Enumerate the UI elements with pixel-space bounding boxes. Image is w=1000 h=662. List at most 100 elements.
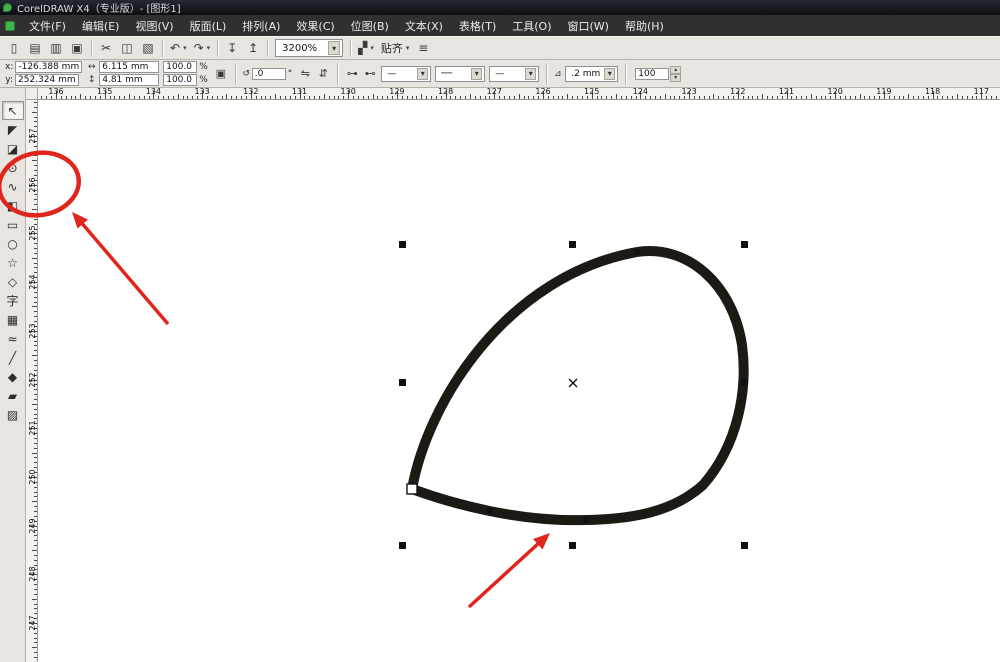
object-height-input[interactable]: 4.81 mm bbox=[99, 74, 160, 86]
selection-handle[interactable] bbox=[741, 241, 748, 248]
spinner-up-icon[interactable]: ▴ bbox=[670, 65, 682, 74]
outline-tool[interactable]: ◆ bbox=[2, 367, 24, 386]
snap-to-button[interactable]: 贴齐 ▾ bbox=[378, 38, 413, 58]
ruler-tick bbox=[34, 311, 37, 313]
selection-handle[interactable] bbox=[741, 542, 748, 549]
ruler-tick bbox=[289, 96, 291, 99]
ruler-tick bbox=[158, 96, 160, 99]
save-button[interactable]: ▥ bbox=[46, 38, 66, 58]
shape-tool[interactable]: ◤ bbox=[2, 120, 24, 139]
freehand-tool[interactable]: ∿ bbox=[2, 177, 24, 196]
arrowhead-end-select[interactable]: — ▾ bbox=[489, 65, 540, 82]
value-spinner[interactable]: 100 ▴ ▾ bbox=[635, 65, 682, 82]
document-window-icon[interactable] bbox=[5, 20, 15, 31]
ruler-tick bbox=[34, 106, 37, 108]
menu-item-bitmaps[interactable]: 位图(B) bbox=[343, 15, 397, 37]
drawing-canvas[interactable] bbox=[38, 100, 1000, 662]
interactive-fill-tool[interactable]: ▨ bbox=[2, 405, 24, 424]
menu-item-file[interactable]: 文件(F) bbox=[21, 15, 74, 37]
chevron-down-icon[interactable]: ▾ bbox=[370, 44, 374, 52]
options-button[interactable]: ≡ bbox=[413, 38, 433, 58]
table-tool[interactable]: ▦ bbox=[2, 310, 24, 329]
cut-button[interactable]: ✂ bbox=[96, 38, 116, 58]
undo-button[interactable]: ↶ ▾ bbox=[167, 38, 190, 58]
ruler-tick bbox=[538, 96, 540, 99]
outline-tool-icon: ◆ bbox=[7, 369, 18, 384]
ellipse-tool[interactable]: ○ bbox=[2, 234, 24, 253]
selection-center-mark[interactable] bbox=[568, 378, 578, 388]
menu-item-help[interactable]: 帮助(H) bbox=[617, 15, 672, 37]
lock-ratio-button[interactable]: ▣ bbox=[212, 65, 230, 83]
chevron-down-icon[interactable]: ▾ bbox=[328, 41, 341, 55]
export-button[interactable]: ↥ bbox=[243, 38, 263, 58]
outline-style-select[interactable]: ── ▾ bbox=[435, 65, 486, 82]
paste-button[interactable]: ▧ bbox=[138, 38, 158, 58]
blend-tool[interactable]: ≈ bbox=[2, 329, 24, 348]
percent-label: % bbox=[199, 62, 208, 72]
arrowhead-start-select[interactable]: — ▾ bbox=[381, 65, 432, 82]
mirror-vertical-button[interactable]: ⇵ bbox=[314, 65, 332, 83]
menu-item-layout[interactable]: 版面(L) bbox=[182, 15, 235, 37]
mirror-horizontal-button[interactable]: ⇋ bbox=[296, 65, 314, 83]
menu-item-view[interactable]: 视图(V) bbox=[127, 15, 181, 37]
menu-item-window[interactable]: 窗口(W) bbox=[560, 15, 617, 37]
menu-item-edit[interactable]: 编辑(E) bbox=[74, 15, 128, 37]
ruler-tick bbox=[732, 96, 734, 99]
x-position-input[interactable]: -126.388 mm bbox=[15, 61, 83, 73]
rotation-angle-input[interactable]: .0 bbox=[251, 67, 286, 80]
menu-item-effects[interactable]: 效果(C) bbox=[288, 15, 342, 37]
teardrop-curve-object[interactable] bbox=[407, 246, 749, 526]
curve-node[interactable] bbox=[583, 517, 589, 523]
chevron-down-icon[interactable]: ▾ bbox=[207, 44, 211, 52]
smart-fill-tool[interactable]: ◧ bbox=[2, 196, 24, 215]
curve-edit-button-2[interactable]: ⊷ bbox=[361, 65, 379, 83]
ruler-tick bbox=[34, 121, 37, 123]
eyedropper-tool[interactable]: ╱ bbox=[2, 348, 24, 367]
selection-handle[interactable] bbox=[741, 379, 748, 386]
new-document-button[interactable]: ▯ bbox=[4, 38, 24, 58]
ruler-tick bbox=[771, 96, 773, 99]
selection-handle[interactable] bbox=[399, 379, 406, 386]
polygon-tool[interactable]: ☆ bbox=[2, 253, 24, 272]
horizontal-ruler[interactable]: 136 135 134 133 132 131 130 129 128 127 126 125 124 1… bbox=[38, 88, 1000, 100]
text-tool[interactable]: 字 bbox=[2, 291, 24, 310]
spinner-input[interactable]: 100 bbox=[635, 67, 670, 80]
curve-node[interactable] bbox=[486, 508, 492, 514]
chevron-down-icon[interactable]: ▾ bbox=[406, 44, 410, 52]
zoom-level-combo[interactable]: 3200% ▾ bbox=[275, 39, 344, 57]
y-position-input[interactable]: 252.324 mm bbox=[15, 74, 79, 86]
selection-handle[interactable] bbox=[399, 542, 406, 549]
ruler-number: 122 bbox=[730, 87, 746, 96]
selection-handle[interactable] bbox=[569, 542, 576, 549]
print-button[interactable]: ▣ bbox=[67, 38, 87, 58]
open-button[interactable]: ▤ bbox=[25, 38, 45, 58]
menu-item-text[interactable]: 文本(X) bbox=[397, 15, 451, 37]
object-width-input[interactable]: 6.115 mm bbox=[99, 61, 160, 73]
outline-width-select[interactable]: .2 mm ▾ bbox=[565, 65, 619, 82]
ruler-number: 121 bbox=[778, 87, 795, 96]
curve-start-node[interactable] bbox=[406, 483, 418, 495]
selection-handle[interactable] bbox=[569, 241, 576, 248]
selection-handle[interactable] bbox=[399, 241, 406, 248]
application-launcher-button[interactable]: ▞ ▾ bbox=[355, 38, 377, 58]
ruler-origin-corner[interactable] bbox=[26, 88, 38, 100]
curve-node[interactable] bbox=[634, 249, 640, 255]
redo-button[interactable]: ↷ ▾ bbox=[191, 38, 214, 58]
basic-shapes-tool[interactable]: ◇ bbox=[2, 272, 24, 291]
scale-v-input[interactable]: 100.0 bbox=[163, 74, 198, 86]
chevron-down-icon[interactable]: ▾ bbox=[183, 44, 187, 52]
import-button[interactable]: ↧ bbox=[222, 38, 242, 58]
scale-h-input[interactable]: 100.0 bbox=[163, 61, 198, 73]
menu-item-tools[interactable]: 工具(O) bbox=[504, 15, 559, 37]
spinner-down-icon[interactable]: ▾ bbox=[670, 73, 682, 82]
zoom-tool[interactable]: ⊙ bbox=[2, 158, 24, 177]
rectangle-tool[interactable]: ▭ bbox=[2, 215, 24, 234]
pick-tool[interactable]: ↖ bbox=[1, 101, 24, 120]
fill-tool[interactable]: ▰ bbox=[2, 386, 24, 405]
menu-item-arrange[interactable]: 排列(A) bbox=[234, 15, 288, 37]
vertical-ruler[interactable]: 257256255254253252251250249248247246 bbox=[26, 100, 38, 662]
copy-button[interactable]: ◫ bbox=[117, 38, 137, 58]
menu-item-table[interactable]: 表格(T) bbox=[451, 15, 504, 37]
curve-edit-button-1[interactable]: ⊶ bbox=[343, 65, 361, 83]
crop-tool[interactable]: ◪ bbox=[2, 139, 24, 158]
